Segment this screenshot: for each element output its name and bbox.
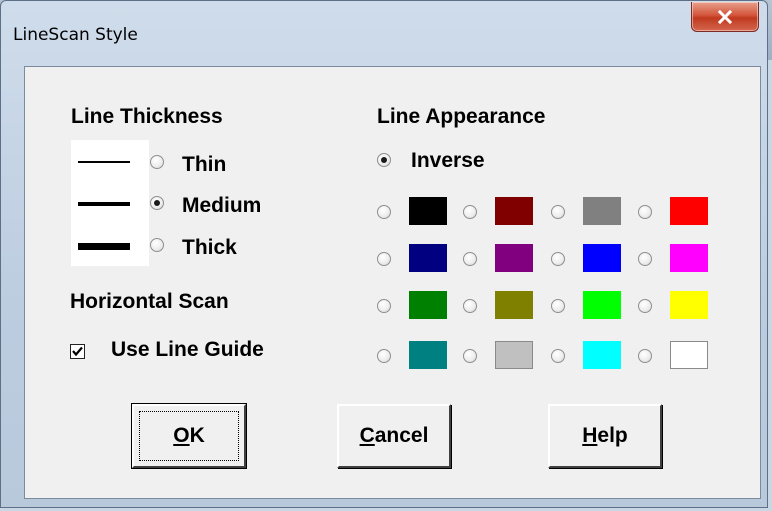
checkmark-icon — [72, 346, 83, 357]
cancel-button-label: Cancel — [359, 424, 429, 447]
color-radio[interactable] — [463, 349, 477, 363]
help-button-label: Help — [582, 424, 628, 447]
thin-line-sample — [78, 161, 130, 163]
thickness-preview-panel — [71, 140, 149, 266]
thick-line-sample — [78, 243, 130, 250]
color-radio[interactable] — [377, 299, 391, 313]
ok-button[interactable]: OK — [131, 403, 247, 469]
color-radio[interactable] — [638, 205, 652, 219]
help-button[interactable]: Help — [548, 404, 662, 468]
thickness-thin-label: Thin — [182, 153, 227, 176]
inverse-radio[interactable] — [377, 153, 391, 167]
dialog-window: LineScan Style Line Thickness Thin Mediu… — [0, 0, 768, 508]
medium-line-sample — [78, 202, 130, 206]
inverse-label: Inverse — [411, 149, 485, 172]
color-swatch — [409, 244, 447, 272]
close-icon — [717, 9, 733, 24]
line-thickness-heading: Line Thickness — [71, 105, 223, 128]
color-radio[interactable] — [638, 349, 652, 363]
color-swatch — [670, 197, 708, 225]
color-swatch — [495, 197, 533, 225]
color-swatch — [670, 244, 708, 272]
color-radio[interactable] — [377, 252, 391, 266]
close-button[interactable] — [691, 2, 759, 32]
color-radio[interactable] — [551, 299, 565, 313]
color-radio[interactable] — [551, 349, 565, 363]
color-radio[interactable] — [377, 205, 391, 219]
thickness-thick-radio[interactable] — [150, 238, 164, 252]
color-swatch — [409, 291, 447, 319]
cancel-button[interactable]: Cancel — [337, 404, 451, 468]
color-radio[interactable] — [463, 252, 477, 266]
color-swatch — [583, 244, 621, 272]
color-radio[interactable] — [551, 205, 565, 219]
color-radio[interactable] — [463, 299, 477, 313]
color-swatch — [583, 291, 621, 319]
color-swatch — [495, 244, 533, 272]
color-radio[interactable] — [463, 205, 477, 219]
color-swatch — [495, 341, 533, 369]
use-line-guide-label: Use Line Guide — [111, 338, 264, 361]
color-radio[interactable] — [551, 252, 565, 266]
color-swatch — [409, 197, 447, 225]
color-swatch — [670, 291, 708, 319]
radio-selected-dot — [381, 157, 387, 163]
window-title: LineScan Style — [13, 25, 138, 45]
thickness-thin-radio[interactable] — [150, 155, 164, 169]
focus-ring — [139, 411, 239, 461]
color-swatch — [495, 291, 533, 319]
use-line-guide-checkbox[interactable] — [70, 344, 85, 359]
color-radio[interactable] — [638, 299, 652, 313]
color-radio[interactable] — [638, 252, 652, 266]
color-swatch — [670, 341, 708, 369]
color-swatch — [583, 341, 621, 369]
color-swatch — [583, 197, 621, 225]
horizontal-scan-heading: Horizontal Scan — [70, 290, 229, 313]
thickness-thick-label: Thick — [182, 236, 237, 259]
dialog-client: Line Thickness Thin Medium Thick Horizon… — [24, 66, 761, 499]
radio-selected-dot — [154, 200, 160, 206]
color-radio[interactable] — [377, 349, 391, 363]
thickness-medium-radio[interactable] — [150, 196, 164, 210]
color-swatch — [409, 341, 447, 369]
line-appearance-heading: Line Appearance — [377, 105, 546, 128]
thickness-medium-label: Medium — [182, 194, 262, 217]
